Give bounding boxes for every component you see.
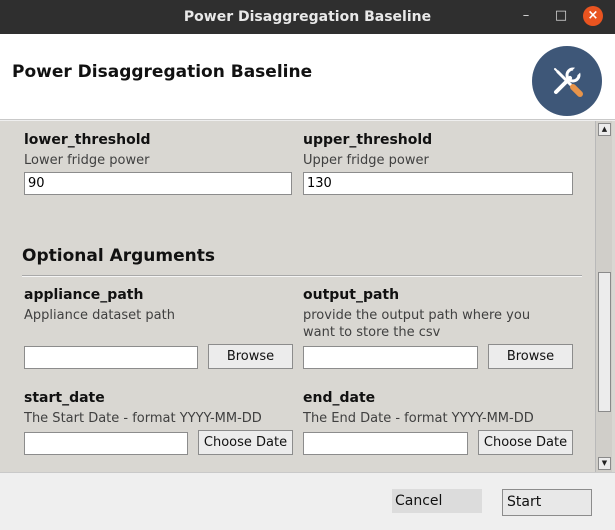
minimize-icon[interactable]: –	[516, 6, 536, 26]
cancel-button[interactable]: Cancel	[392, 489, 482, 513]
vertical-scrollbar[interactable]: ▲ ▼	[595, 121, 612, 472]
maximize-icon[interactable]: □	[551, 6, 571, 26]
output-path-description-line1: provide the output path where you	[303, 308, 531, 323]
arguments-scroll-area[interactable]: lower_threshold Lower fridge power upper…	[0, 121, 615, 472]
tools-icon	[554, 65, 583, 97]
start-button[interactable]: Start	[502, 489, 592, 516]
upper-threshold-label: upper_threshold	[303, 132, 433, 148]
lower-threshold-description: Lower fridge power	[24, 153, 150, 168]
appliance-path-label: appliance_path	[24, 287, 144, 303]
page-title: Power Disaggregation Baseline	[12, 62, 313, 82]
upper-threshold-description: Upper fridge power	[303, 153, 429, 168]
tools-badge	[532, 46, 602, 116]
end-date-description: The End Date - format YYYY-MM-DD	[303, 411, 534, 426]
appliance-path-description: Appliance dataset path	[24, 308, 175, 323]
end-date-choose-button[interactable]: Choose Date	[478, 430, 573, 455]
scroll-up-icon[interactable]: ▲	[598, 123, 611, 136]
appliance-path-input[interactable]	[24, 346, 198, 369]
appliance-path-browse-button[interactable]: Browse	[208, 344, 293, 369]
upper-threshold-input[interactable]	[303, 172, 573, 195]
app-window: Power Disaggregation Baseline – □ × Powe…	[0, 0, 615, 530]
title-bar: Power Disaggregation Baseline – □ ×	[0, 0, 615, 34]
optional-arguments-heading: Optional Arguments	[22, 246, 215, 266]
section-divider	[22, 275, 582, 277]
close-icon[interactable]: ×	[583, 6, 603, 26]
scroll-down-icon[interactable]: ▼	[598, 457, 611, 470]
scrollbar-thumb[interactable]	[598, 272, 611, 412]
start-date-description: The Start Date - format YYYY-MM-DD	[24, 411, 262, 426]
lower-threshold-label: lower_threshold	[24, 132, 151, 148]
output-path-label: output_path	[303, 287, 400, 303]
start-date-label: start_date	[24, 390, 105, 406]
output-path-browse-button[interactable]: Browse	[488, 344, 573, 369]
lower-threshold-input[interactable]	[24, 172, 292, 195]
start-date-choose-button[interactable]: Choose Date	[198, 430, 293, 455]
page-header: Power Disaggregation Baseline	[0, 34, 615, 120]
output-path-description-line2: want to store the csv	[303, 325, 441, 340]
dialog-footer: Cancel Start	[0, 472, 615, 530]
output-path-input[interactable]	[303, 346, 478, 369]
arguments-form: lower_threshold Lower fridge power upper…	[0, 121, 595, 472]
end-date-label: end_date	[303, 390, 376, 406]
start-date-input[interactable]	[24, 432, 188, 455]
end-date-input[interactable]	[303, 432, 468, 455]
